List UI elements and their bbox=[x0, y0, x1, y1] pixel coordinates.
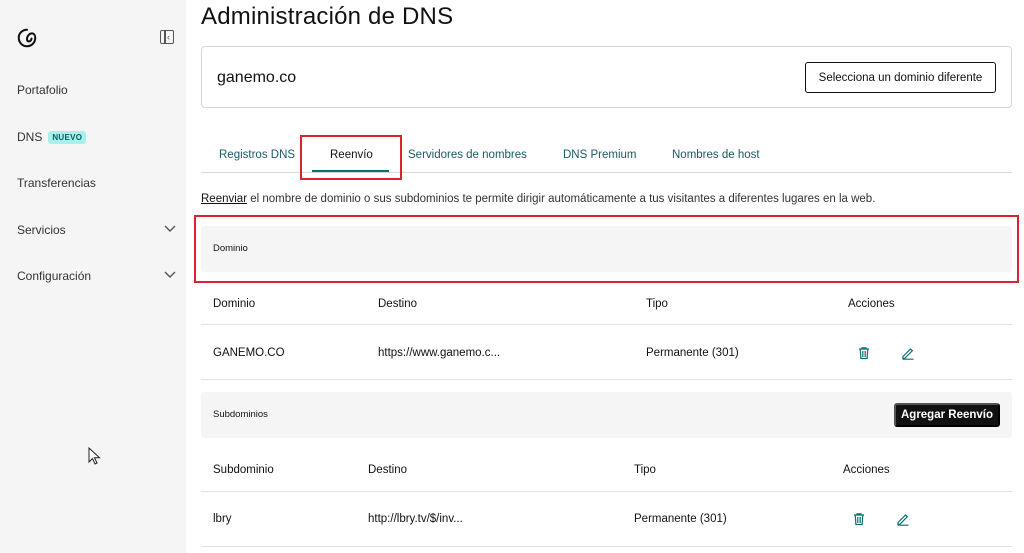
highlight-box bbox=[300, 135, 402, 180]
subdomain-cell: lbry bbox=[213, 513, 232, 525]
divider bbox=[201, 491, 1012, 492]
sidebar-item-label: Transferencias bbox=[17, 176, 96, 190]
sidebar-item-label: Servicios bbox=[17, 223, 66, 237]
column-header: Destino bbox=[378, 298, 417, 310]
select-different-domain-button[interactable]: Selecciona un dominio diferente bbox=[805, 62, 996, 93]
page-title: Administración de DNS bbox=[201, 3, 454, 30]
column-header: Acciones bbox=[848, 298, 895, 310]
subdomain-section-header: Subdominios Agregar Reenvío bbox=[201, 392, 1012, 438]
sidebar: ‹ Portafolio DNS NUEVO Transferencias Se… bbox=[0, 0, 186, 553]
mouse-cursor-icon bbox=[88, 447, 101, 465]
column-header: Subdominio bbox=[213, 464, 274, 476]
divider bbox=[201, 546, 1012, 547]
new-badge: NUEVO bbox=[48, 130, 87, 144]
chevron-down-icon bbox=[164, 225, 176, 232]
trash-icon[interactable] bbox=[852, 512, 866, 526]
edit-icon[interactable] bbox=[901, 346, 915, 360]
domain-card: ganemo.co Selecciona un dominio diferent… bbox=[201, 46, 1012, 108]
type-cell: Permanente (301) bbox=[634, 513, 727, 525]
sidebar-item-portafolio[interactable]: Portafolio bbox=[17, 83, 177, 97]
sidebar-item-servicios[interactable]: Servicios bbox=[17, 223, 177, 237]
type-cell: Permanente (301) bbox=[646, 347, 739, 359]
sidebar-item-transferencias[interactable]: Transferencias bbox=[17, 176, 177, 190]
column-header: Acciones bbox=[843, 464, 890, 476]
sidebar-item-label: Configuración bbox=[17, 269, 92, 283]
column-header: Destino bbox=[368, 464, 407, 476]
destination-cell: https://www.ganemo.c... bbox=[378, 347, 501, 359]
sidebar-item-dns[interactable]: DNS NUEVO bbox=[17, 130, 177, 144]
chevron-down-icon bbox=[164, 271, 176, 278]
tab-dns-premium[interactable]: DNS Premium bbox=[563, 149, 636, 161]
domain-name: ganemo.co bbox=[217, 69, 297, 86]
collapse-sidebar-icon[interactable]: ‹ bbox=[160, 30, 174, 44]
column-header: Tipo bbox=[634, 464, 656, 476]
destination-cell: http://lbry.tv/$/inv... bbox=[368, 513, 463, 525]
sidebar-item-label: Portafolio bbox=[17, 83, 68, 97]
divider bbox=[201, 324, 1012, 325]
column-header: Dominio bbox=[213, 298, 256, 310]
domain-cell: GANEMO.CO bbox=[213, 347, 285, 359]
edit-icon[interactable] bbox=[896, 512, 910, 526]
divider bbox=[201, 379, 1012, 380]
description-text: el nombre de dominio o sus subdominios t… bbox=[247, 193, 876, 205]
highlight-box bbox=[194, 215, 1019, 283]
trash-icon[interactable] bbox=[857, 346, 871, 360]
tab-nombres-de-host[interactable]: Nombres de host bbox=[672, 149, 760, 161]
sidebar-item-label: DNS bbox=[17, 130, 43, 144]
section-heading: Subdominios bbox=[213, 409, 268, 420]
column-header: Tipo bbox=[646, 298, 668, 310]
godaddy-logo-icon[interactable] bbox=[16, 27, 38, 49]
reenviar-link[interactable]: Reenviar bbox=[201, 193, 247, 205]
tab-registros-dns[interactable]: Registros DNS bbox=[219, 149, 295, 161]
sidebar-item-configuracion[interactable]: Configuración bbox=[17, 269, 177, 283]
add-forwarding-button[interactable]: Agregar Reenvío bbox=[894, 403, 1000, 427]
tab-servidores-de-nombres[interactable]: Servidores de nombres bbox=[408, 149, 527, 161]
forwarding-description: Reenviar el nombre de dominio o sus subd… bbox=[201, 193, 875, 205]
